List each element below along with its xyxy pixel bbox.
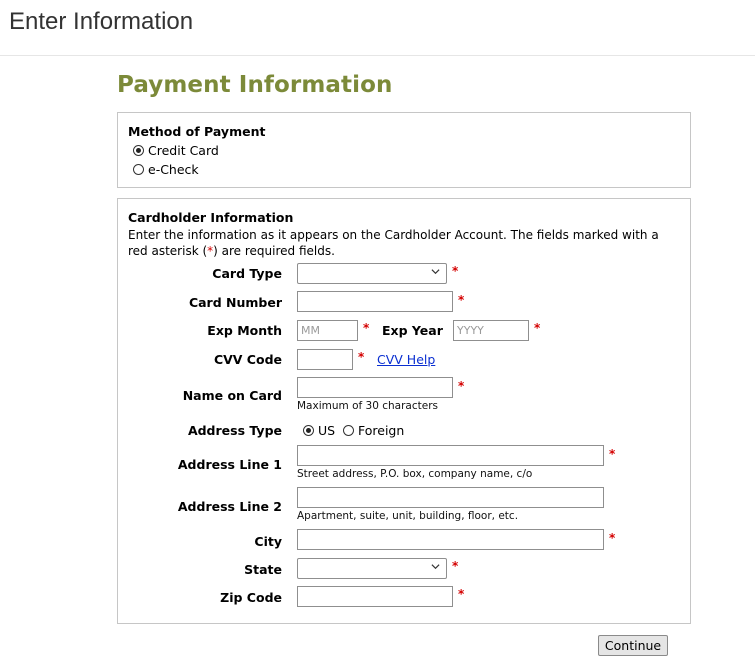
chevron-down-icon — [431, 564, 440, 570]
exp-month-input[interactable] — [297, 320, 358, 341]
exp-month-label: Exp Month — [207, 323, 282, 338]
card-number-required: * — [458, 293, 465, 307]
address-line-1-label: Address Line 1 — [177, 457, 282, 472]
address-line-1-required: * — [609, 447, 616, 461]
address-type-foreign-label: Foreign — [358, 423, 405, 438]
chevron-down-icon — [431, 269, 440, 275]
name-on-card-hint: Maximum of 30 characters — [297, 400, 438, 412]
cardholder-information-heading: Cardholder Information — [128, 210, 294, 225]
card-type-required: * — [452, 264, 459, 278]
city-input[interactable] — [297, 529, 604, 550]
credit-card-radio[interactable] — [133, 145, 144, 156]
address-type-us-radio[interactable] — [303, 425, 314, 436]
cardholder-information-section: Cardholder Information Enter the informa… — [117, 198, 691, 624]
continue-button[interactable]: Continue — [598, 635, 668, 656]
echeck-label: e-Check — [148, 162, 199, 177]
echeck-radio[interactable] — [133, 164, 144, 175]
exp-year-input[interactable] — [453, 320, 529, 341]
card-type-label: Card Type — [212, 266, 282, 281]
page-title: Enter Information — [9, 8, 194, 35]
address-type-foreign-option[interactable]: Foreign — [343, 423, 404, 438]
method-of-payment-heading: Method of Payment — [128, 124, 266, 139]
address-type-foreign-radio[interactable] — [343, 425, 354, 436]
city-label: City — [254, 534, 282, 549]
address-type-label: Address Type — [187, 423, 282, 438]
exp-year-required: * — [534, 321, 541, 335]
card-number-label: Card Number — [188, 295, 282, 310]
zip-code-label: Zip Code — [220, 590, 282, 605]
zip-code-input[interactable] — [297, 586, 453, 607]
payment-information-heading: Payment Information — [117, 72, 393, 98]
cvv-code-label: CVV Code — [213, 352, 282, 367]
name-on-card-required: * — [458, 379, 465, 393]
address-line-2-label: Address Line 2 — [177, 499, 282, 514]
credit-card-label: Credit Card — [148, 143, 219, 158]
cardholder-instructions: Enter the information as it appears on t… — [128, 227, 673, 259]
address-type-us-option[interactable]: US — [303, 423, 335, 438]
cvv-code-input[interactable] — [297, 349, 353, 370]
cvv-help-link[interactable]: CVV Help — [377, 352, 435, 367]
exp-year-label: Exp Year — [382, 323, 443, 338]
page-header: Enter Information — [0, 0, 755, 56]
name-on-card-label: Name on Card — [182, 388, 282, 403]
card-number-input[interactable] — [297, 291, 453, 312]
city-required: * — [609, 531, 616, 545]
method-of-payment-section: Method of Payment Credit Card e-Check — [117, 112, 691, 188]
state-required: * — [452, 559, 459, 573]
address-line-1-input[interactable] — [297, 445, 604, 466]
address-line-1-hint: Street address, P.O. box, company name, … — [297, 468, 533, 480]
address-line-2-input[interactable] — [297, 487, 604, 508]
zip-code-required: * — [458, 587, 465, 601]
address-type-us-label: US — [318, 423, 336, 438]
name-on-card-input[interactable] — [297, 377, 453, 398]
exp-month-required: * — [363, 321, 370, 335]
state-select[interactable] — [297, 558, 447, 579]
card-type-select[interactable] — [297, 263, 447, 284]
instructions-text-end: ) are required fields. — [213, 244, 335, 258]
state-label: State — [244, 562, 282, 577]
credit-card-option[interactable]: Credit Card — [133, 143, 219, 158]
cvv-code-required: * — [358, 350, 365, 364]
echeck-option[interactable]: e-Check — [133, 162, 199, 177]
address-line-2-hint: Apartment, suite, unit, building, floor,… — [297, 510, 519, 522]
